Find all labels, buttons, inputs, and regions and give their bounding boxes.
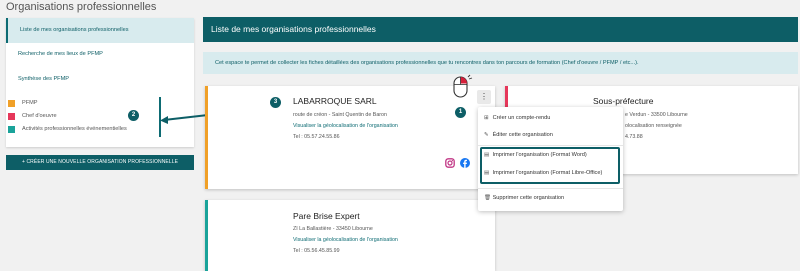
instagram-icon[interactable]	[445, 158, 455, 168]
mouse-click-icon	[453, 74, 473, 98]
org-geolocation-status: olocalisation renseignée	[625, 123, 682, 129]
document-icon: ▤	[484, 170, 490, 176]
swatch-activites	[8, 126, 15, 133]
pencil-icon: ✎	[484, 132, 489, 138]
geolocation-link[interactable]: Visualiser la géolocalisation de l'organ…	[293, 237, 398, 243]
org-name: Pare Brise Expert	[293, 211, 360, 221]
document-icon: ▤	[484, 152, 490, 158]
geolocation-link[interactable]: Visualiser la géolocalisation de l'organ…	[293, 123, 398, 129]
org-name: Sous-préfecture	[593, 96, 654, 106]
badge-3: 3	[270, 97, 281, 108]
menu-item-print-word[interactable]: ▤ Imprimer l'organisation (Format Word)	[484, 152, 587, 158]
org-phone: Tel : 05.57.24.55.86	[293, 134, 340, 140]
main-header: Liste de mes organisations professionnel…	[203, 17, 798, 42]
menu-divider	[478, 188, 623, 189]
menu-item-delete[interactable]: 🗑 Supprimer cette organisation	[484, 195, 564, 201]
facebook-icon[interactable]	[460, 158, 470, 168]
sidebar-item-list[interactable]: Liste de mes organisations professionnel…	[6, 18, 194, 43]
sidebar-item-synthesis[interactable]: Synthèse des PFMP	[6, 76, 194, 82]
badge-2: 2	[128, 110, 139, 121]
info-bar: Cet espace te permet de collecter les fi…	[203, 52, 798, 74]
file-plus-icon: ⊞	[484, 115, 489, 121]
sidebar: Liste de mes organisations professionnel…	[6, 18, 194, 147]
org-phone: Tel : 05.56.45.85.99	[293, 248, 340, 254]
menu-item-print-libreoffice[interactable]: ▤ Imprimer l'organisation (Format Libre-…	[484, 170, 602, 176]
trash-icon: 🗑	[484, 195, 491, 201]
org-address: ZI La Ballastière - 33450 Libourne	[293, 226, 373, 232]
swatch-chef-oeuvre	[8, 113, 15, 120]
org-card-labarroque: LABARROQUE SARL route de créon - Saint Q…	[205, 86, 495, 189]
sidebar-item-search[interactable]: Recherche de mes lieux de PFMP	[6, 51, 194, 57]
swatch-pfmp	[8, 100, 15, 107]
org-phone: 4.73.88	[625, 134, 643, 140]
org-name: LABARROQUE SARL	[293, 96, 377, 106]
org-address: e Verdun - 33500 Libourne	[625, 112, 688, 118]
org-address: route de créon - Saint Quentin de Baron	[293, 112, 387, 118]
organisation-menu: ⊞ Créer un compte-rendu ✎ Éditer cette o…	[478, 107, 623, 211]
badge-1: 1	[455, 107, 466, 118]
more-options-button[interactable]: ⋮	[477, 90, 491, 104]
menu-divider	[478, 145, 623, 146]
page-title: Organisations professionnelles	[6, 1, 157, 13]
org-card-pare-brise: Pare Brise Expert ZI La Ballastière - 33…	[205, 200, 495, 271]
annotation-arrow	[160, 114, 209, 124]
menu-item-edit[interactable]: ✎ Éditer cette organisation	[484, 132, 553, 138]
create-organisation-button[interactable]: + CRÉER UNE NOUVELLE ORGANISATION PROFES…	[6, 155, 194, 170]
menu-item-create-report[interactable]: ⊞ Créer un compte-rendu	[484, 115, 550, 121]
